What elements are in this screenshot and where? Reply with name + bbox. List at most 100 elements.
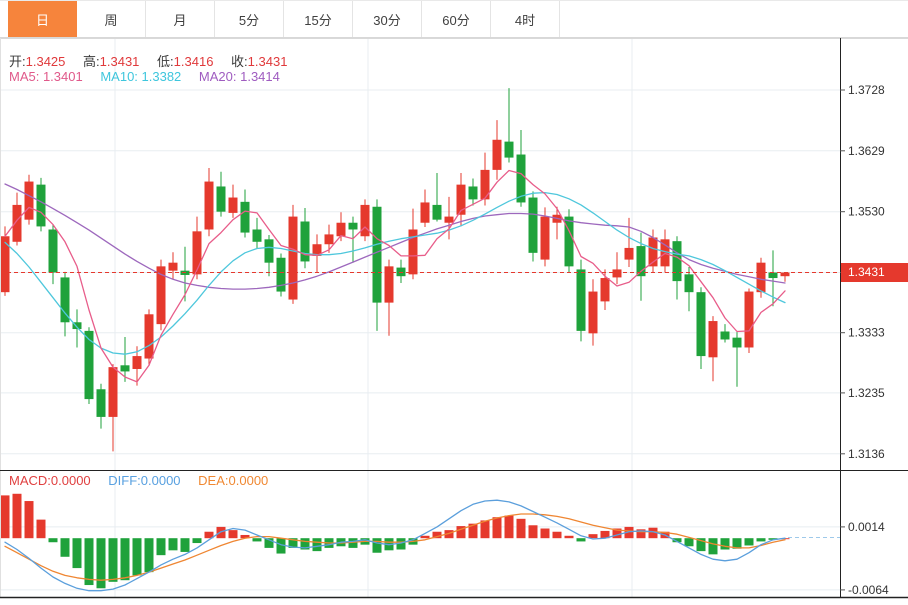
candle-down [721,331,730,339]
macd-histogram-bar [121,538,130,580]
candle-up [589,292,598,334]
macd-histogram-bar [193,538,202,543]
macd-histogram-bar [133,538,142,575]
ohlc-readout: 开:1.3425 高:1.3431 低:1.3416 收:1.3431 [9,51,287,70]
candlestick-macd-chart[interactable]: 1.3728 1.3629 1.3530 1.3431 1.3333 1.3235 1.31… [0,0,908,605]
macd-histogram-bar [553,532,562,538]
candle-down [37,185,46,227]
open-label: 开: [9,54,26,69]
candle-down [577,269,586,330]
candle-down [469,186,478,199]
candle-up [757,263,766,292]
macd-histogram-bar [109,538,118,582]
macd-histogram-bar [13,494,22,538]
macd-histogram-bar [505,516,514,539]
low-value: 1.3416 [174,54,214,69]
macd-histogram-bar [373,538,382,553]
macd-histogram-bar [181,538,190,552]
candle-down [253,229,262,241]
candle-up [709,321,718,357]
candle-up [289,217,298,300]
macd-histogram-bar [313,538,322,551]
candle-down [265,239,274,262]
macd-histogram-bar [217,527,226,538]
macd-histogram-bar [517,519,526,538]
macd-value: MACD:0.0000 [9,473,91,488]
macd-histogram-bar [1,495,10,538]
candle-down [433,205,442,220]
price-axis-label: 1.3136 [848,447,885,461]
candle-up [145,314,154,358]
kline-chart-app: 日 周 月 5分 15分 30分 60分 4时 1.37281.36291.35… [0,0,908,605]
macd-histogram-bar [529,525,538,538]
candle-down [733,338,742,348]
macd-histogram-bar [61,538,70,557]
ma-readout: MA5: 1.3401 MA10: 1.3382 MA20: 1.3414 [9,69,280,84]
candle-up [601,278,610,301]
candle-up [109,367,118,417]
macd-histogram-bar [253,538,262,541]
close-label: 收: [231,54,248,69]
candle-up [541,217,550,260]
candle-down [61,277,70,322]
price-axis-label: 1.3629 [848,144,885,158]
candle-up [133,356,142,369]
macd-histogram-bar [685,538,694,546]
open-value: 1.3425 [26,54,66,69]
ma10-line [5,193,785,355]
macd-histogram-bar [37,520,46,539]
low-label: 低: [157,54,174,69]
dea-value: DEA:0.0000 [198,473,268,488]
candle-up [169,263,178,271]
macd-histogram-bar [229,530,238,538]
price-axis-label: 1.3728 [848,83,885,97]
candle-up [25,182,34,220]
candle-up [13,205,22,242]
macd-histogram-bar [49,538,58,542]
candle-down [697,292,706,356]
macd-histogram-bar [145,538,154,572]
price-axis-label: 1.3530 [848,205,885,219]
macd-histogram-bar [745,538,754,545]
candle-up [493,140,502,170]
candle-down [97,389,106,417]
candle-down [217,186,226,211]
candle-down [349,223,358,230]
ma5-readout: MA5: 1.3401 [9,69,83,84]
candle-up [613,269,622,277]
candle-up [193,231,202,274]
candle-up [337,223,346,237]
high-value: 1.3431 [100,54,140,69]
macd-histogram-bar [481,520,490,538]
candle-down [505,142,514,158]
macd-histogram-bar [565,536,574,538]
candle-up [625,248,634,260]
macd-histogram-bar [169,538,178,550]
high-label: 高: [83,54,100,69]
candle-up [385,266,394,302]
macd-readout: MACD:0.0000 DIFF:0.0000 DEA:0.0000 [9,473,268,488]
macd-histogram-bar [541,529,550,539]
macd-histogram-bar [709,538,718,554]
candle-down [121,365,130,371]
macd-histogram-bar [85,538,94,585]
macd-histogram-bar [577,538,586,541]
candle-up [229,198,238,213]
candle-up [361,205,370,236]
macd-histogram-bar [157,538,166,555]
candle-up [325,234,334,244]
macd-axis-label: -0.0064 [848,583,889,597]
macd-histogram-bar [493,517,502,538]
price-axis-label: 1.3235 [848,386,885,400]
candle-down [685,274,694,292]
current-price-tag: 1.3431 [841,263,908,282]
candle-up [421,202,430,222]
candle-down [673,241,682,281]
macd-histogram-bar [421,536,430,538]
candle-down [241,202,250,233]
macd-histogram-bar [73,538,82,568]
ma20-line [5,184,785,289]
price-axis-label: 1.3333 [848,326,885,340]
candle-up [445,217,454,223]
macd-histogram-bar [757,538,766,541]
